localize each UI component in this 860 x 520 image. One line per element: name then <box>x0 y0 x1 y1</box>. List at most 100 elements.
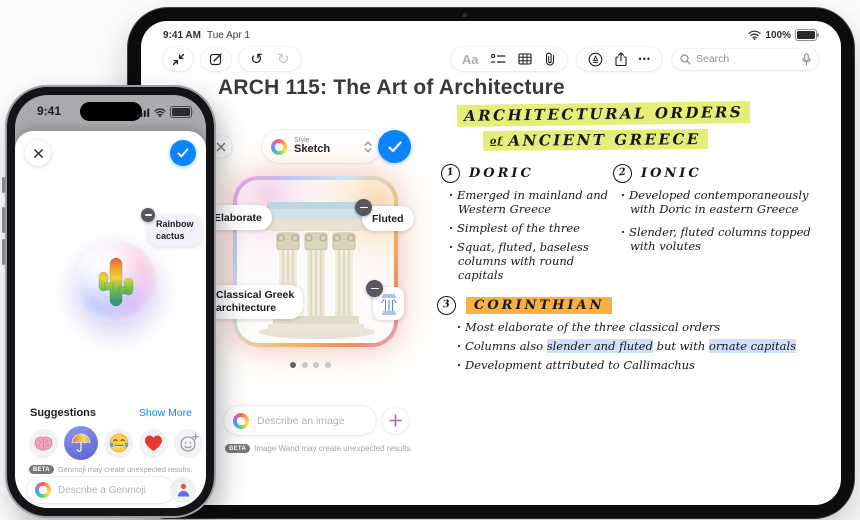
battery-icon <box>170 106 194 118</box>
doric-bullet: Squat, fluted, baseless columns with rou… <box>449 240 613 282</box>
generated-image-card[interactable] <box>233 176 398 347</box>
more-options-button[interactable]: ••• <box>639 54 651 64</box>
redo-button[interactable]: ↻ <box>277 52 290 67</box>
undo-button[interactable]: ↺ <box>250 52 263 67</box>
page-dot-active[interactable] <box>290 362 296 368</box>
image-wand-confirm-button[interactable] <box>378 130 411 163</box>
describe-genmoji-field[interactable] <box>56 483 166 497</box>
cellular-signal-icon <box>137 108 150 117</box>
table-button[interactable] <box>517 53 532 65</box>
beta-badge: BETA <box>28 465 54 474</box>
close-icon <box>33 148 43 158</box>
notes-toolbar-right: Aa ••• Search <box>450 47 819 71</box>
corinthian-title: CORINTHIAN <box>466 297 613 315</box>
genmoji-close-button[interactable] <box>25 140 51 166</box>
doric-number: 1 <box>439 162 462 185</box>
person-genmoji-button[interactable] <box>170 477 196 503</box>
chevron-up-down-icon <box>364 141 372 153</box>
undo-redo-group: ↺ ↻ <box>239 47 301 71</box>
apple-intelligence-icon <box>35 482 51 498</box>
volume-up-button <box>2 207 5 233</box>
battery-icon <box>795 29 819 41</box>
dictation-mic-icon[interactable] <box>802 52 811 66</box>
show-more-link[interactable]: Show More <box>139 407 192 419</box>
suggestion-laughing-crying-emoji[interactable] <box>104 428 133 458</box>
doric-bullet: Emerged in mainland and Western Greece <box>449 188 613 216</box>
corinthian-bullet: Columns also slender and fluted but with… <box>457 339 809 354</box>
corinthian-bullet: Development attributed to Callimachus <box>457 358 809 372</box>
search-field[interactable]: Search <box>672 48 819 70</box>
suggestion-brain-emoji[interactable] <box>29 428 58 458</box>
checklist-button[interactable] <box>490 53 506 65</box>
describe-image-input[interactable] <box>224 406 376 435</box>
iphone-status-icons <box>137 106 194 118</box>
apple-intelligence-icon <box>233 412 249 429</box>
ionic-bullet: Slender, fluted columns topped with volu… <box>621 225 827 253</box>
notes-section-corinthian: 3 CORINTHIAN Most elaborate of the three… <box>435 294 841 372</box>
rainbow-cactus-genmoji <box>98 257 134 307</box>
notes-heading-line1: ARCHITECTURAL ORDERS <box>456 100 751 128</box>
close-icon <box>216 142 225 151</box>
iphone-time: 9:41 <box>37 104 62 118</box>
new-genmoji-button[interactable] <box>174 428 203 458</box>
compose-note-button[interactable] <box>201 47 231 71</box>
iphone-screen: 9:41 Rainbow cactus Suggestions Show Mor… <box>15 95 206 508</box>
text-format-button[interactable]: Aa <box>462 52 479 67</box>
image-wand-disclaimer: BETA Image Wand may create unexpected re… <box>225 444 413 453</box>
markup-button[interactable] <box>588 52 603 67</box>
genmoji-sheet: Rainbow cactus Suggestions Show More BET… <box>15 131 206 508</box>
style-picker[interactable]: Style Sketch <box>262 130 381 163</box>
ipad-front-camera <box>462 13 467 18</box>
ipad-status-bar-right: 100% <box>748 29 819 41</box>
ipad-date: Tue Apr 1 <box>206 30 250 41</box>
ipad-status-bar-left: 9:41 AM Tue Apr 1 <box>163 30 250 41</box>
image-variant-page-dots[interactable] <box>290 362 331 368</box>
describe-genmoji-input[interactable] <box>27 477 174 503</box>
page-dot[interactable] <box>313 362 319 368</box>
add-prompt-button[interactable] <box>382 407 409 434</box>
page-dot[interactable] <box>324 362 331 368</box>
beta-badge: BETA <box>225 444 251 453</box>
search-placeholder: Search <box>696 53 730 65</box>
umbrella-icon <box>71 433 91 452</box>
ipad-device: 9:41 AM Tue Apr 1 100% ↺ ↻ Aa ••• Search… <box>128 8 854 518</box>
notes-section-doric: 1 DORIC Emerged in mainland and Western … <box>439 162 613 287</box>
page-dot[interactable] <box>301 362 308 368</box>
suggestions-label: Suggestions <box>30 407 97 419</box>
ionic-title: IONIC <box>641 166 702 181</box>
checkmark-icon <box>387 140 402 152</box>
ionic-bullet: Developed contemporaneously with Doric i… <box>621 188 827 216</box>
attach-button[interactable] <box>544 52 556 66</box>
remove-tag-thumbnail-button[interactable] <box>366 280 383 297</box>
handwritten-notes: ARCHITECTURAL ORDERS of ANCIENT GREECE 1 … <box>435 100 841 377</box>
stage: 9:41 AM Tue Apr 1 100% ↺ ↻ Aa ••• Search… <box>0 0 860 520</box>
laughing-face-icon <box>109 433 128 453</box>
doric-bullet: Simplest of the three <box>449 221 613 235</box>
column-sketch-icon <box>380 293 397 315</box>
genmoji-preview-bubble <box>75 241 157 323</box>
describe-image-field[interactable] <box>255 413 367 428</box>
suggestion-red-heart-emoji[interactable] <box>139 428 168 458</box>
genmoji-confirm-button[interactable] <box>170 140 196 166</box>
collapse-toolbar-button[interactable] <box>163 47 193 71</box>
doric-title: DORIC <box>469 166 534 181</box>
suggestion-row <box>29 425 203 461</box>
search-icon <box>680 53 691 65</box>
suggestion-rainbow-umbrella-genmoji[interactable] <box>64 426 98 460</box>
ionic-number: 2 <box>611 162 634 185</box>
markup-share-group: ••• <box>576 47 662 71</box>
heart-icon <box>145 435 162 451</box>
image-playground-style-icon <box>271 138 287 155</box>
wifi-icon <box>154 107 166 117</box>
notes-section-ionic: 2 IONIC Developed contemporaneously with… <box>611 162 827 287</box>
share-button[interactable] <box>614 51 627 67</box>
action-button <box>2 177 5 193</box>
format-tools-group: Aa <box>450 47 567 71</box>
remove-tag-fluted-button[interactable] <box>355 199 372 216</box>
brain-icon <box>34 436 53 451</box>
battery-percent: 100% <box>765 29 791 41</box>
tag-rainbow-cactus[interactable]: Rainbow cactus <box>148 215 202 247</box>
tag-classical-greek-architecture[interactable]: Classical Greek architecture <box>207 285 304 320</box>
remove-tag-rainbow-cactus-button[interactable] <box>141 208 155 222</box>
genmoji-disclaimer: BETA Genmoji may create unexpected resul… <box>15 465 206 474</box>
